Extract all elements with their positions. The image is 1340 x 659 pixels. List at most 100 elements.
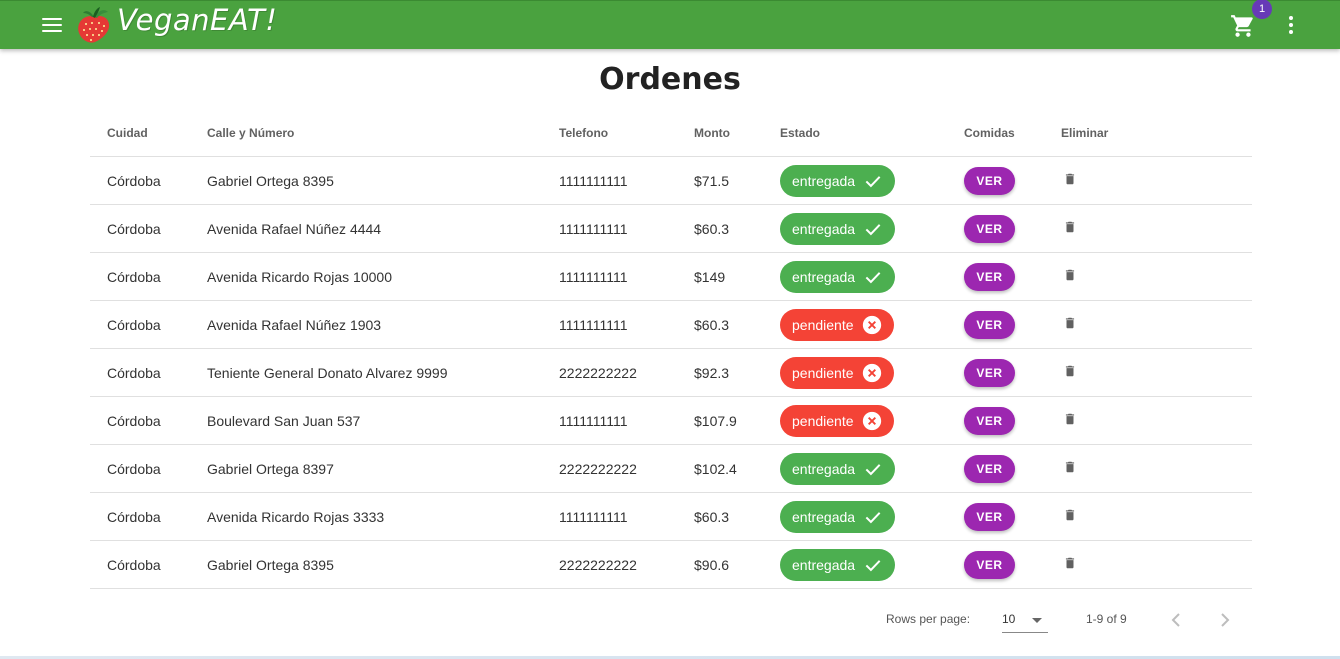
header-phone: Telefono [542,109,677,157]
cell-status: entregada [763,156,947,205]
cell-address: Gabriel Ortega 8395 [190,156,542,205]
status-label: entregada [792,220,856,237]
cell-meals: VER [947,156,1044,205]
cell-address: Boulevard San Juan 537 [190,396,542,445]
menu-icon[interactable] [40,14,64,36]
view-meals-button[interactable]: VER [964,262,1015,291]
trash-icon[interactable] [1061,412,1077,426]
cell-city: Córdoba [90,156,190,205]
cell-status: pendiente [763,396,947,445]
cell-city: Córdoba [90,492,190,541]
trash-icon[interactable] [1061,172,1077,186]
cell-amount: $149 [677,252,763,301]
table-row: Córdoba Avenida Ricardo Rojas 10000 111111… [90,252,1252,301]
trash-icon[interactable] [1061,556,1077,570]
cell-address: Avenida Rafael Núñez 1903 [190,300,542,349]
cell-delete [1044,204,1252,253]
cell-phone: 1111111111 [542,156,677,205]
trash-icon[interactable] [1061,364,1077,378]
table-header-row: Cuidad Calle y Número Telefono Monto Est… [90,109,1252,157]
cell-meals: VER [947,540,1044,589]
view-meals-button[interactable]: VER [964,502,1015,531]
view-meals-button[interactable]: VER [964,550,1015,579]
trash-icon[interactable] [1061,268,1077,282]
status-chip[interactable]: entregada [780,452,896,485]
status-label: entregada [792,268,856,285]
check-icon [863,507,883,527]
view-meals-button[interactable]: VER [964,358,1015,387]
cell-status: pendiente [763,300,947,349]
status-chip[interactable]: entregada [780,212,896,245]
cell-amount: $60.3 [677,300,763,349]
trash-icon[interactable] [1061,508,1077,522]
view-meals-button[interactable]: VER [964,214,1015,243]
header-address: Calle y Número [190,109,542,157]
view-meals-button[interactable]: VER [964,310,1015,339]
table-row: Córdoba Gabriel Ortega 8397 2222222222 $102… [90,444,1252,493]
dropdown-arrow-icon [1032,618,1042,623]
status-label: pendiente [792,412,854,429]
rows-per-page-select[interactable]: 10 [1002,608,1048,633]
cell-amount: $92.3 [677,348,763,397]
status-chip[interactable]: entregada [780,500,896,533]
cell-phone: 1111111111 [542,300,677,349]
cell-amount: $102.4 [677,444,763,493]
cell-delete [1044,252,1252,301]
cell-delete [1044,396,1252,445]
trash-icon[interactable] [1061,460,1077,474]
header-city: Cuidad [90,109,190,157]
table-row: Córdoba Gabriel Ortega 8395 2222222222 $90.… [90,540,1252,589]
status-chip[interactable]: pendiente [780,404,894,437]
chevron-left-icon[interactable] [1166,608,1186,632]
view-meals-button[interactable]: VER [964,454,1015,483]
cell-meals: VER [947,492,1044,541]
status-chip[interactable]: pendiente [780,308,894,341]
cell-amount: $71.5 [677,156,763,205]
cell-meals: VER [947,300,1044,349]
cell-delete [1044,348,1252,397]
cell-amount: $90.6 [677,540,763,589]
status-chip[interactable]: entregada [780,260,896,293]
check-icon [863,219,883,239]
cell-amount: $60.3 [677,204,763,253]
cell-phone: 1111111111 [542,204,677,253]
cell-address: Teniente General Donato Alvarez 9999 [190,348,542,397]
check-icon [863,171,883,191]
status-chip[interactable]: pendiente [780,356,894,389]
cell-city: Córdoba [90,540,190,589]
table-row: Córdoba Gabriel Ortega 8395 1111111111 $71.… [90,156,1252,205]
cart-icon[interactable] [1230,13,1256,39]
cell-city: Córdoba [90,252,190,301]
trash-icon[interactable] [1061,220,1077,234]
view-meals-button[interactable]: VER [964,166,1015,195]
strawberry-icon [78,7,110,43]
cell-meals: VER [947,252,1044,301]
status-label: entregada [792,172,856,189]
status-label: pendiente [792,316,854,333]
trash-icon[interactable] [1061,316,1077,330]
table-row: Córdoba Avenida Ricardo Rojas 3333 1111111… [90,492,1252,541]
cancel-circle-icon [862,315,882,335]
status-chip[interactable]: entregada [780,548,896,581]
cancel-circle-icon [862,411,882,431]
cell-city: Córdoba [90,300,190,349]
view-meals-button[interactable]: VER [964,406,1015,435]
cell-address: Gabriel Ortega 8397 [190,444,542,493]
check-icon [863,267,883,287]
status-chip[interactable]: entregada [780,164,896,197]
table-row: Córdoba Avenida Rafael Núñez 4444 11111111… [90,204,1252,253]
cart-badge: 1 [1252,0,1272,19]
cell-phone: 1111111111 [542,492,677,541]
cell-status: entregada [763,252,947,301]
more-vert-icon[interactable] [1279,13,1303,39]
chevron-right-icon[interactable] [1215,608,1235,632]
page-title: Ordenes [599,62,741,97]
rows-per-page-value: 10 [1002,612,1016,626]
cell-address: Avenida Ricardo Rojas 3333 [190,492,542,541]
status-label: pendiente [792,364,854,381]
check-icon [863,555,883,575]
table-row: Córdoba Boulevard San Juan 537 1111111111 $… [90,396,1252,445]
rows-per-page-label: Rows per page: [886,612,971,626]
cell-amount: $107.9 [677,396,763,445]
cell-address: Avenida Rafael Núñez 4444 [190,204,542,253]
